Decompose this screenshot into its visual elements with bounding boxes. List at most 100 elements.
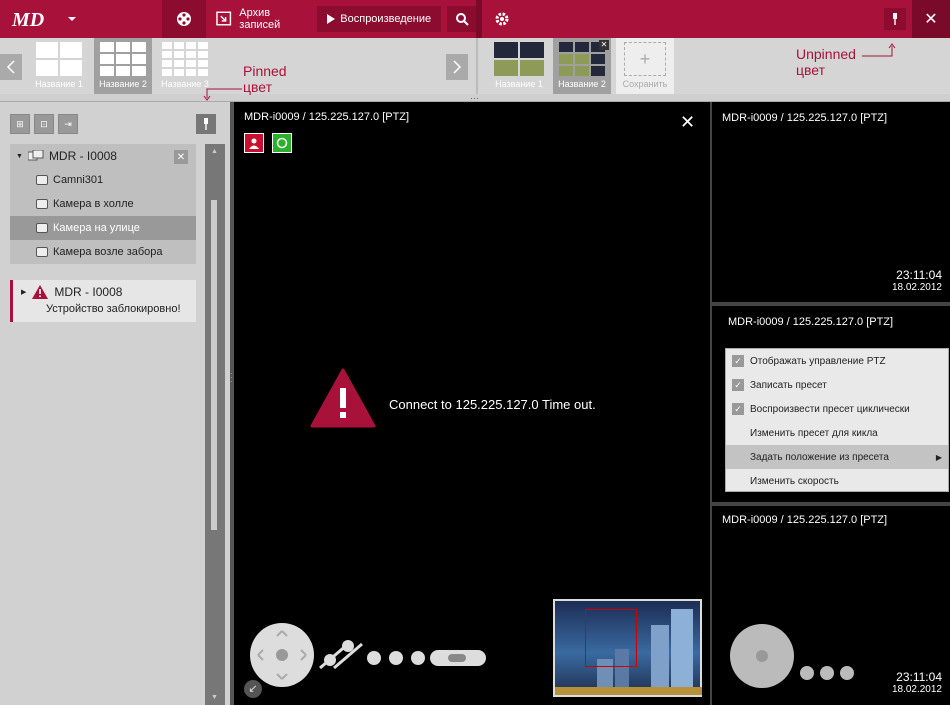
search-button[interactable] [447,6,476,32]
camera-title: MDR-i0009 / 125.225.127.0 [PTZ] [722,514,888,526]
record-icon[interactable] [367,651,381,665]
close-view-icon[interactable]: ✕ [680,112,695,133]
preset-icon[interactable] [820,666,834,680]
add-device-button[interactable]: ⊞ [10,114,30,134]
delete-layout-icon[interactable]: ✕ [599,40,609,50]
menu-item-record-preset[interactable]: ✓ Записать пресет [726,373,948,397]
record-icon[interactable] [800,666,814,680]
film-reel-button[interactable] [162,0,206,38]
camera-title: MDR-i0009 / 125.225.127.0 [PTZ] [722,112,888,124]
save-layout-button[interactable]: + Сохранить [616,38,674,94]
playback-label: Воспроизведение [340,13,432,25]
target-icon[interactable] [272,133,292,153]
settings-button[interactable] [488,0,516,38]
side-camera-view-3[interactable]: MDR-i0009 / 125.225.127.0 [PTZ] 23:11:04… [710,506,950,705]
unpin-button[interactable] [884,8,906,30]
minimap-preview[interactable] [553,599,702,697]
panel-scrollbar[interactable]: ▲ ▼ [205,144,225,705]
camera-icon [36,199,48,209]
layout-thumb-2[interactable]: Название 2 [94,38,152,94]
device-alert[interactable]: ▶ MDR - I0008 Устройство заблокировно! [10,280,196,322]
checkbox-checked-icon: ✓ [732,355,744,367]
ptz-joystick[interactable] [250,623,314,687]
camera-icon [36,247,48,257]
power-icon[interactable] [411,651,425,665]
strip-drag-handle[interactable]: ··· [0,94,950,103]
checkbox-checked-icon: ✓ [732,379,744,391]
fullscreen-toggle-icon[interactable]: ↙ [244,680,262,698]
play-icon [327,14,336,24]
export-icon: ⇥ [64,118,72,129]
custom-layout-label: Название 2 [558,79,606,89]
camera-time: 23:11:04 [896,268,942,282]
settings-square-icon: ⊡ [40,118,48,129]
layout-thumb-1[interactable]: Название 1 [30,38,88,94]
save-label: Сохранить [622,79,668,89]
menu-item-edit-cycle[interactable]: Изменить пресет для кикла [726,421,948,445]
preset-icon[interactable] [389,651,403,665]
warning-icon [310,368,376,428]
error-message: Connect to 125.225.127.0 Time out. [389,397,596,412]
alert-device: MDR - I0008 [54,285,123,299]
tree-camera-4[interactable]: Камера возле забора [10,240,196,264]
device-settings-button[interactable]: ⊡ [34,114,54,134]
layout-label: Название 2 [99,79,147,89]
side-camera-view-1[interactable]: MDR-i0009 / 125.225.127.0 [PTZ] 23:11:04… [710,102,950,302]
camera-icon [36,175,48,185]
gear-icon [495,12,509,26]
expand-arrow-icon[interactable]: ▶ [21,288,26,296]
layouts-next-button[interactable] [446,54,468,80]
archive-button[interactable]: Архив записей [216,6,311,32]
camera-title: MDR-i0009 / 125.225.127.0 [PTZ] [244,111,410,123]
export-button[interactable]: ⇥ [58,114,78,134]
tree-camera-3[interactable]: Камера на улице [10,216,196,240]
person-icon[interactable] [244,133,264,153]
tree-device[interactable]: ▼ MDR - I0008 ✕ [10,144,196,168]
ptz-joystick[interactable] [730,624,794,688]
minimap-selection[interactable] [585,609,637,667]
device-panel: ⊞ ⊡ ⇥ ▼ MDR - I0008 ✕ Camni301 Камера в … [0,102,230,705]
annotation-pinned: Pinned цвет [243,63,287,95]
zoom-icon[interactable] [318,638,364,670]
top-bar: MD Архив записей Воспроизведение ✕ [0,0,950,38]
md-logo[interactable]: MD [10,7,90,31]
svg-text:MD: MD [11,9,44,31]
camera-time: 23:11:04 [896,670,942,684]
power-icon[interactable] [840,666,854,680]
menu-item-set-position[interactable]: Задать положение из пресета ▶ [726,445,948,469]
layouts-prev-button[interactable] [0,54,22,80]
menu-item-show-ptz[interactable]: ✓ Отображать управление PTZ [726,349,948,373]
search-icon [455,13,469,26]
film-reel-icon [177,12,191,26]
tree-camera-2[interactable]: Камера в холле [10,192,196,216]
menu-item-change-speed[interactable]: Изменить скорость [726,469,948,493]
archive-toolbar: Архив записей Воспроизведение [206,0,476,38]
volume-slider[interactable] [430,650,486,666]
scroll-up-icon[interactable]: ▲ [211,148,218,155]
scroll-down-icon[interactable]: ▼ [211,694,218,701]
custom-layout-2[interactable]: Название 2 ✕ [553,38,611,94]
strip-separator [476,38,478,94]
ptz-context-menu: ✓ Отображать управление PTZ ✓ Записать пре… [725,348,949,492]
plus-icon: ⊞ [16,118,24,129]
submenu-arrow-icon: ▶ [935,452,942,462]
pin-panel-button[interactable] [196,114,216,134]
close-app-button[interactable]: ✕ [912,0,950,38]
playback-button[interactable]: Воспроизведение [317,6,442,32]
custom-layout-1[interactable]: Название 1 [490,38,548,94]
camera-date: 18.02.2012 [891,282,942,293]
device-tree: ▼ MDR - I0008 ✕ Camni301 Камера в холле … [10,144,196,264]
menu-item-cycle-preset[interactable]: ✓ Воспроизвести пресет циклически [726,397,948,421]
tree-camera-1[interactable]: Camni301 [10,168,196,192]
alert-message: Устройство заблокировно! [46,303,181,315]
caret-down-icon[interactable]: ▼ [16,153,23,160]
archive-icon [216,11,232,26]
layout-label: Название 1 [35,79,83,89]
custom-layout-label: Название 1 [495,79,543,89]
main-camera-view[interactable]: MDR-i0009 / 125.225.127.0 [PTZ] ✕ Connec… [234,102,710,705]
scroll-thumb[interactable] [211,200,217,530]
annotation-unpinned: Unpinned цвет [796,46,856,78]
chevron-left-icon [6,60,15,74]
annotation-arrow-icon [203,88,242,101]
remove-device-button[interactable]: ✕ [174,150,188,164]
